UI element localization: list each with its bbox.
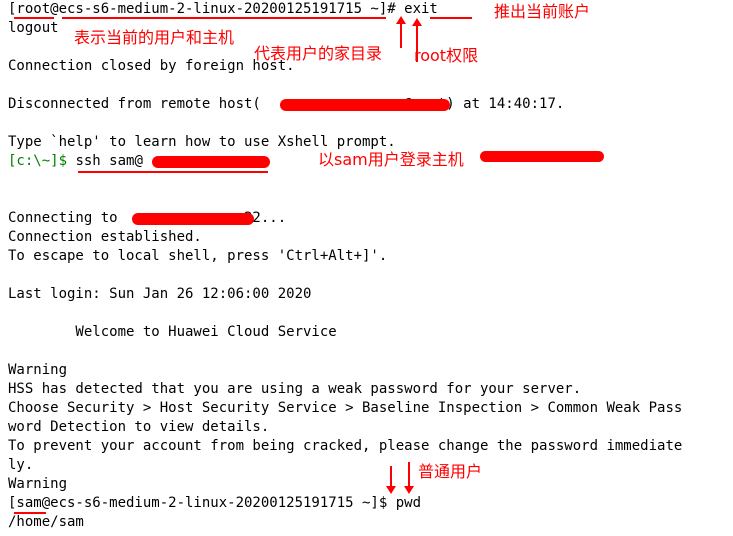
annotation-user-host: 表示当前的用户和主机: [74, 28, 235, 47]
terminal-line: /home/sam: [8, 514, 84, 530]
ssh-command: ssh sam@: [67, 153, 143, 169]
host-underline: [62, 17, 386, 19]
terminal-line: [sam@ecs-s6-medium-2-linux-2020012519171…: [8, 495, 422, 511]
root-underline: [14, 17, 54, 19]
normal-user-arrow: [404, 462, 414, 494]
annotation-normal-user: 普通用户: [418, 462, 483, 481]
local-prompt: [c:\~]$: [8, 153, 68, 169]
terminal-line: Welcome to Huawei Cloud Service: [8, 324, 337, 340]
home-dir-arrow: [396, 16, 406, 48]
terminal-line: To prevent your account from being crack…: [8, 438, 683, 454]
terminal-line: Connection established.: [8, 229, 202, 245]
terminal-line: Warning: [8, 362, 68, 378]
terminal-line: logout: [8, 20, 59, 36]
local-prompt-line: [c:\~]$ ssh sam@: [8, 152, 143, 171]
ssh-underline: [78, 171, 268, 173]
terminal-line: Choose Security > Host Security Service …: [8, 400, 683, 416]
redaction-mark: [280, 99, 450, 111]
annotation-logout: 推出当前账户: [494, 2, 591, 21]
annotation-home-dir: 代表用户的家目录: [254, 44, 383, 63]
sam-underline: [14, 512, 46, 514]
terminal-line: Warning: [8, 476, 68, 492]
terminal-line: HSS has detected that you are using a we…: [8, 381, 582, 397]
terminal-window[interactable]: [root@ecs-s6-medium-2-linux-202001251917…: [0, 0, 733, 536]
annotation-root-privilege: root权限: [414, 46, 479, 65]
terminal-line: To escape to local shell, press 'Ctrl+Al…: [8, 248, 388, 264]
terminal-line: word Detection to view details.: [8, 419, 270, 435]
redaction-mark: [132, 213, 254, 225]
home-dir-down-arrow: [386, 466, 396, 494]
terminal-line: Connection closed by foreign host.: [8, 58, 295, 74]
terminal-line: Last login: Sun Jan 26 12:06:00 2020: [8, 286, 312, 302]
annotation-login-sam: 以sam用户登录主机: [318, 150, 464, 169]
redaction-mark: [480, 151, 604, 162]
redaction-mark: [152, 156, 270, 168]
exit-underline: [430, 17, 472, 19]
terminal-line: ly.: [8, 457, 34, 473]
